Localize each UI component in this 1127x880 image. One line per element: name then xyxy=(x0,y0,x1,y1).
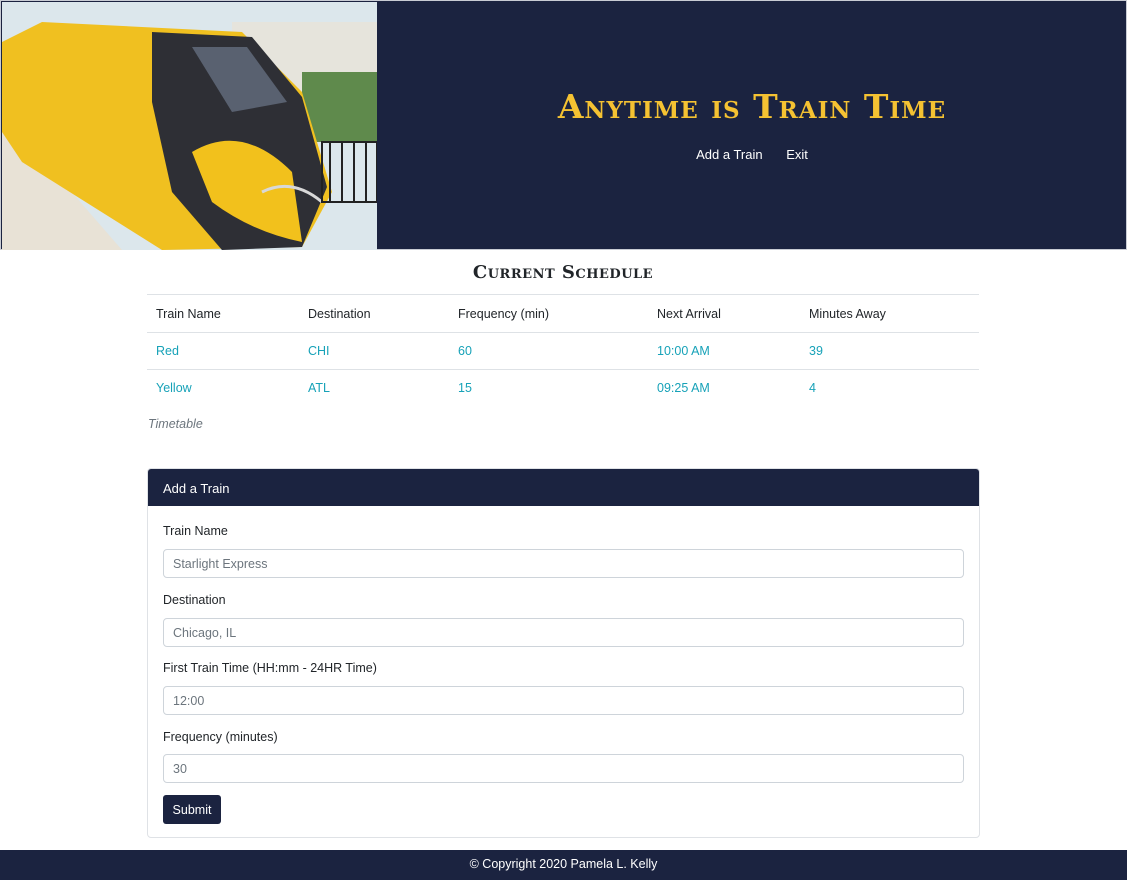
train-name-label: Train Name xyxy=(163,524,228,538)
add-train-form: Train Name Destination First Train Time … xyxy=(148,506,979,837)
table-cell: 4 xyxy=(809,381,816,396)
schedule-title: Current Schedule xyxy=(472,262,654,283)
table-row: Red CHI 60 10:00 AM 39 xyxy=(147,332,979,370)
train-name-input[interactable] xyxy=(163,549,964,578)
table-cell: CHI xyxy=(299,332,449,370)
destination-input[interactable] xyxy=(163,618,964,647)
table-cell: 09:25 AM xyxy=(657,381,710,396)
column-header: Train Name xyxy=(147,294,299,333)
schedule-table: Train Name Destination Frequency (min) N… xyxy=(147,294,979,407)
table-cell: Yellow xyxy=(156,381,192,396)
card-header: Add a Train xyxy=(148,469,979,506)
header-nav: Add a Train Exit xyxy=(377,147,1127,162)
nav-add-train-link[interactable]: Add a Train xyxy=(696,147,763,162)
frequency-label: Frequency (minutes) xyxy=(163,730,278,744)
frequency-input[interactable] xyxy=(163,754,964,783)
page-footer: © Copyright 2020 Pamela L. Kelly xyxy=(0,850,1127,880)
table-caption: Timetable xyxy=(148,417,203,431)
train-photo xyxy=(2,2,377,250)
table-cell: 39 xyxy=(800,332,979,370)
table-header-row: Train Name Destination Frequency (min) N… xyxy=(147,294,979,333)
submit-button[interactable]: Submit xyxy=(163,795,221,824)
page-header: Anytime is Train Time Add a Train Exit xyxy=(0,0,1127,250)
column-header: Frequency (min) xyxy=(449,294,648,333)
first-train-time-label: First Train Time (HH:mm - 24HR Time) xyxy=(163,661,377,675)
add-train-card: Add a Train Train Name Destination First… xyxy=(147,468,980,838)
train-image xyxy=(2,2,377,250)
table-cell: 60 xyxy=(449,332,648,370)
destination-label: Destination xyxy=(163,593,226,607)
nav-exit-link[interactable]: Exit xyxy=(786,147,808,162)
table-cell: 15 xyxy=(458,381,472,396)
table-row: Yellow ATL 15 09:25 AM 4 xyxy=(147,370,979,407)
site-title: Anytime is Train Time xyxy=(557,87,947,126)
column-header: Next Arrival xyxy=(648,294,800,333)
column-header: Destination xyxy=(299,294,449,333)
column-header: Minutes Away xyxy=(800,294,979,333)
copyright-text: © Copyright 2020 Pamela L. Kelly xyxy=(469,857,658,871)
table-cell: 10:00 AM xyxy=(648,332,800,370)
table-cell: ATL xyxy=(308,381,330,396)
first-train-time-input[interactable] xyxy=(163,686,964,715)
table-cell: Red xyxy=(147,332,299,370)
